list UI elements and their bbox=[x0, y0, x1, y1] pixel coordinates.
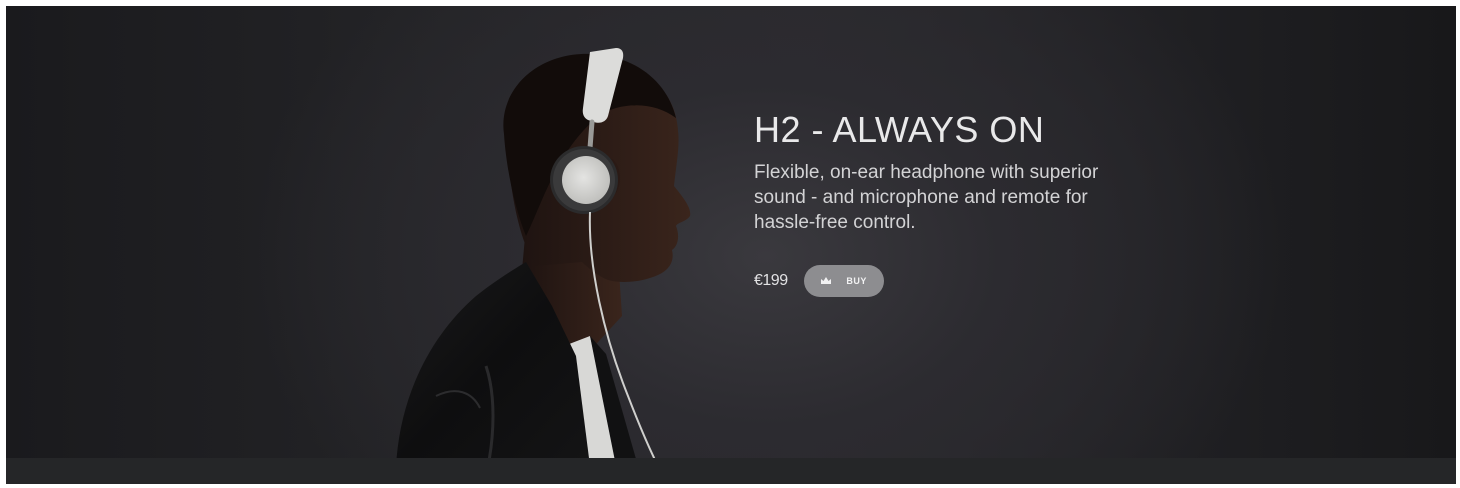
bottom-bar bbox=[6, 458, 1456, 484]
buy-button-label: BUY bbox=[846, 276, 867, 286]
buy-button[interactable]: BUY bbox=[803, 265, 884, 297]
purchase-row: €199 BUY bbox=[754, 265, 1174, 297]
crown-icon bbox=[821, 277, 832, 284]
product-price: €199 bbox=[754, 272, 788, 289]
product-copy: H2 - ALWAYS ON Flexible, on-ear headphon… bbox=[754, 108, 1174, 297]
model-headphones-image bbox=[396, 48, 691, 458]
banner-frame: H2 - ALWAYS ON Flexible, on-ear headphon… bbox=[6, 6, 1456, 484]
product-description: Flexible, on-ear headphone with superior… bbox=[754, 162, 1099, 233]
product-headline: H2 - ALWAYS ON bbox=[754, 109, 1045, 150]
hero-banner: H2 - ALWAYS ON Flexible, on-ear headphon… bbox=[6, 6, 1456, 458]
